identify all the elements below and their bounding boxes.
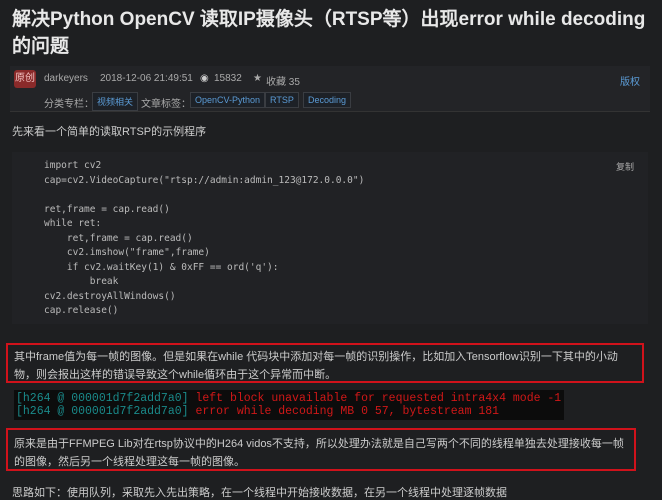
author-link[interactable]: darkeyers (44, 73, 88, 84)
terminal-line: [h264 @ 000001d7f2add7a0] error while de… (16, 405, 562, 418)
copy-button[interactable]: 复制 (616, 160, 634, 173)
approach-text: 思路如下：使用队列，采取先入先出策略，在一个线程中开始接收数据，在另一个线程中处… (12, 487, 507, 499)
code-block: 复制 import cv2 cap=cv2.VideoCapture("rtsp… (12, 152, 648, 324)
tag-rtsp[interactable]: RTSP (265, 92, 299, 108)
code-line: ret,frame = cap.read() (44, 203, 170, 215)
category-label: 分类专栏： (44, 99, 94, 110)
intro-text: 先来看一个简单的读取RTSP的示例程序 (12, 126, 207, 138)
favorite-button[interactable]: 收藏 35 (266, 73, 300, 88)
terminal-prefix: [h264 @ 000001d7f2add7a0] (16, 405, 189, 418)
code-line: break (44, 276, 119, 287)
terminal-output: [h264 @ 000001d7f2add7a0] left block una… (14, 390, 564, 420)
highlight-paragraph-1: 其中frame值为每一帧的图像。但是如果在while 代码块中添加对每一帧的识别… (6, 343, 644, 383)
code-line: cap=cv2.VideoCapture("rtsp://admin:admin… (44, 174, 365, 186)
terminal-prefix: [h264 @ 000001d7f2add7a0] (16, 392, 189, 405)
tag-decoding[interactable]: Decoding (303, 92, 352, 108)
page-title: 解决Python OpenCV 读取IP摄像头（RTSP等）出现error wh… (12, 9, 646, 57)
star-icon: ★ (253, 73, 262, 84)
terminal-line: [h264 @ 000001d7f2add7a0] left block una… (16, 392, 562, 405)
paragraph-text: 原来是由于FFMPEG Lib对在rtsp协议中的H264 vidos不支持，所… (14, 438, 624, 468)
code-line: cap.release() (44, 305, 119, 316)
code-line: cv2.imshow("frame",frame) (44, 247, 210, 258)
article-meta: 原创 darkeyers 2018-12-06 21:49:51 ◉ 15832… (10, 66, 650, 112)
code-line: import cv2 (44, 160, 102, 171)
tag-opencv-python[interactable]: OpenCV-Python (190, 92, 266, 108)
terminal-message: error while decoding MB 0 57, bytestream… (195, 405, 500, 418)
category-tag[interactable]: 视频相关 (92, 92, 139, 111)
code-line: cv2.destroyAllWindows() (44, 290, 176, 302)
eye-icon: ◉ (200, 73, 209, 84)
paragraph-text: 其中frame值为每一帧的图像。但是如果在while 代码块中添加对每一帧的识别… (14, 351, 618, 381)
code-line: if cv2.waitKey(1) & 0xFF == ord('q'): (44, 261, 279, 273)
code-line: while ret: (44, 218, 102, 229)
code-line: ret,frame = cap.read() (44, 232, 193, 244)
tags-label: 文章标签： (141, 99, 191, 110)
publish-date: 2018-12-06 21:49:51 (100, 73, 193, 84)
original-badge: 原创 (14, 70, 36, 88)
copyright-link[interactable]: 版权 (620, 73, 640, 88)
view-count: 15832 (214, 73, 242, 84)
terminal-message: left block unavailable for requested int… (195, 392, 562, 405)
highlight-paragraph-2: 原来是由于FFMPEG Lib对在rtsp协议中的H264 vidos不支持，所… (6, 428, 636, 471)
